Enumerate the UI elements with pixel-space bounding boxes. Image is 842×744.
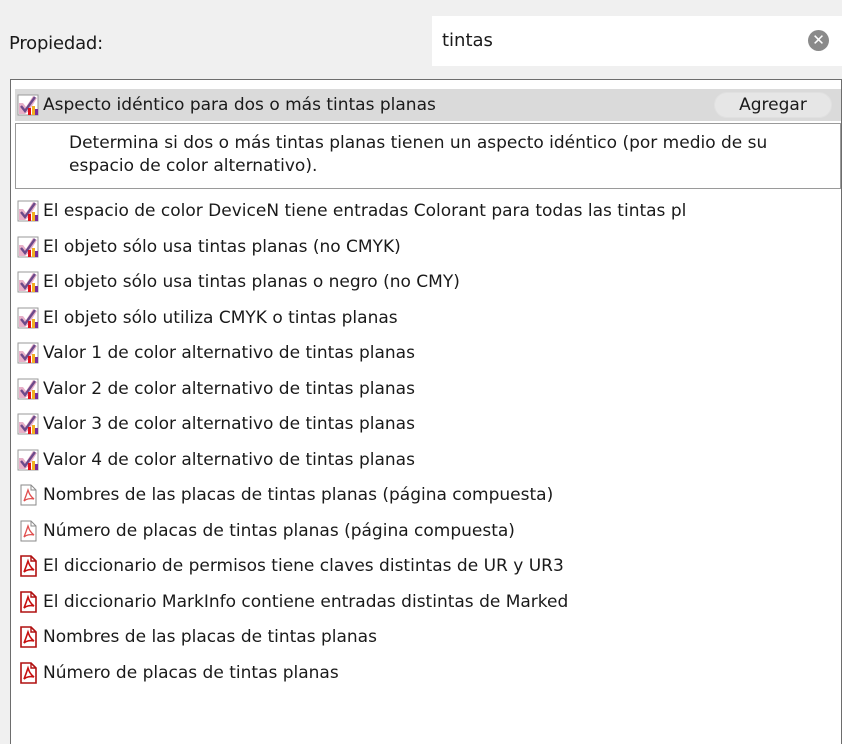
- list-item[interactable]: Nombres de las placas de tintas planas (…: [15, 479, 841, 511]
- list-item-label: Número de placas de tintas planas: [43, 662, 339, 683]
- description-box: Determina si dos o más tintas planas tie…: [15, 123, 841, 189]
- list-item-label: Valor 1 de color alternativo de tintas p…: [43, 343, 415, 363]
- list-item-selected[interactable]: Aspecto idéntico para dos o más tintas p…: [15, 89, 841, 121]
- list-item[interactable]: El objeto sólo usa tintas planas (no CMY…: [15, 231, 841, 263]
- pdf-document-icon: [20, 626, 37, 648]
- list-item[interactable]: El diccionario de permisos tiene claves …: [15, 550, 841, 582]
- preflight-check-icon: [17, 413, 39, 435]
- list-item[interactable]: Valor 2 de color alternativo de tintas p…: [15, 373, 841, 405]
- list-item-label: El objeto sólo utiliza CMYK o tintas pla…: [43, 307, 398, 328]
- list-item-label: Número de placas de tintas planas (págin…: [43, 520, 515, 541]
- list-item[interactable]: El objeto sólo usa tintas planas o negro…: [15, 266, 841, 298]
- preflight-check-icon: [17, 378, 39, 399]
- list-item-label: El diccionario MarkInfo contiene entrada…: [43, 591, 569, 612]
- list-item-label: El objeto sólo usa tintas planas (no CMY…: [43, 236, 401, 257]
- pdf-document-icon: [20, 590, 37, 613]
- property-picker: Propiedad: ✕ Aspecto idéntico para dos o…: [0, 0, 842, 744]
- list-item[interactable]: Valor 3 de color alternativo de tintas p…: [15, 408, 841, 440]
- list-item-label: Valor 4 de color alternativo de tintas p…: [43, 449, 415, 470]
- add-button[interactable]: Agregar: [714, 92, 832, 118]
- list-item[interactable]: Valor 4 de color alternativo de tintas p…: [15, 444, 841, 476]
- list-item-label: El espacio de color DeviceN tiene entrad…: [43, 201, 687, 221]
- list-item[interactable]: El diccionario MarkInfo contiene entrada…: [15, 586, 841, 618]
- preflight-check-icon: [17, 200, 39, 222]
- list-item-label: Valor 3 de color alternativo de tintas p…: [43, 414, 415, 434]
- list-item-label: Valor 2 de color alternativo de tintas p…: [43, 378, 415, 399]
- pdf-document-light-icon: [20, 520, 37, 541]
- preflight-check-icon: [17, 342, 39, 364]
- list-item-label: El diccionario de permisos tiene claves …: [43, 556, 564, 576]
- clear-circle-x-icon[interactable]: ✕: [808, 30, 829, 51]
- search-input[interactable]: [442, 26, 782, 54]
- search-header: Propiedad: ✕: [0, 0, 842, 76]
- list-item[interactable]: El objeto sólo utiliza CMYK o tintas pla…: [15, 302, 841, 334]
- list-item[interactable]: Valor 1 de color alternativo de tintas p…: [15, 337, 841, 369]
- list-item[interactable]: Número de placas de tintas planas (págin…: [15, 515, 841, 547]
- preflight-check-icon: [17, 94, 39, 116]
- list-item[interactable]: El espacio de color DeviceN tiene entrad…: [15, 195, 841, 227]
- list-item-label: Aspecto idéntico para dos o más tintas p…: [43, 95, 436, 115]
- preflight-check-icon: [17, 449, 39, 470]
- property-label: Propiedad:: [9, 33, 104, 54]
- pdf-document-icon: [20, 661, 37, 684]
- pdf-document-icon: [20, 555, 37, 577]
- preflight-check-icon: [17, 236, 39, 257]
- preflight-check-icon: [17, 271, 39, 293]
- list-item[interactable]: Nombres de las placas de tintas planas: [15, 621, 841, 653]
- list-item-label: Nombres de las placas de tintas planas: [43, 627, 377, 647]
- description-text: Determina si dos o más tintas planas tie…: [69, 133, 768, 176]
- property-list[interactable]: Aspecto idéntico para dos o más tintas p…: [10, 79, 842, 744]
- list-item-label: Nombres de las placas de tintas planas (…: [43, 485, 554, 505]
- pdf-document-light-icon: [20, 484, 37, 506]
- preflight-check-icon: [17, 307, 39, 328]
- list-item-label: El objeto sólo usa tintas planas o negro…: [43, 272, 460, 292]
- search-box[interactable]: ✕: [432, 16, 842, 66]
- list-item[interactable]: Número de placas de tintas planas: [15, 657, 841, 689]
